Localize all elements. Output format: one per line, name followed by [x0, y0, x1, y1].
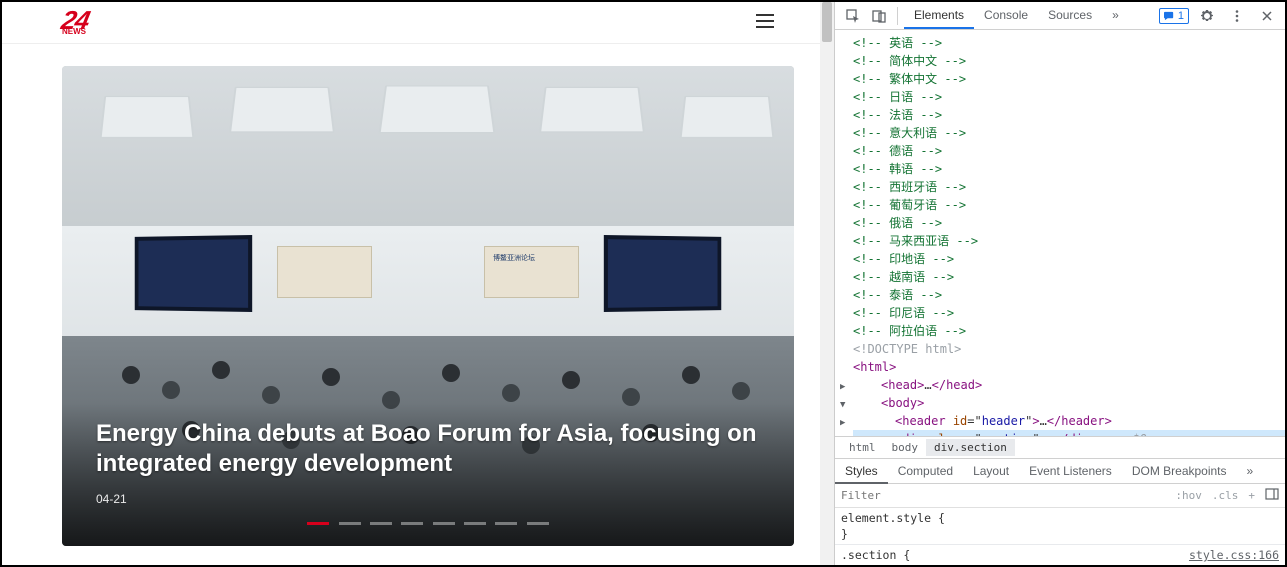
styles-tab-more-icon[interactable]: »: [1237, 459, 1264, 483]
styles-tabs: Styles Computed Layout Event Listeners D…: [835, 458, 1285, 484]
website-pane: 24 NEWS: [2, 2, 834, 565]
head-node[interactable]: ▶<head>…</head>: [853, 376, 1285, 394]
carousel-dot[interactable]: [401, 522, 423, 525]
crumb-html[interactable]: html: [841, 439, 884, 456]
carousel-dot[interactable]: [495, 522, 517, 525]
styles-filter-bar: :hov .cls +: [835, 484, 1285, 508]
dom-comment[interactable]: <!-- 泰语 -->: [853, 286, 1285, 304]
dom-comment[interactable]: <!-- 俄语 -->: [853, 214, 1285, 232]
device-toolbar-icon[interactable]: [867, 4, 891, 28]
tab-console[interactable]: Console: [974, 2, 1038, 29]
elements-tree[interactable]: <!-- 英语 --> <!-- 简体中文 --> <!-- 繁体中文 --> …: [835, 30, 1285, 436]
hamburger-menu-icon[interactable]: [756, 14, 774, 31]
dom-comment[interactable]: <!-- 马来西亚语 -->: [853, 232, 1285, 250]
rule-source-link[interactable]: style.css:166: [1189, 547, 1279, 563]
hero-wrap: Energy China debuts at Boao Forum for As…: [2, 44, 834, 565]
styles-tab-dombreakpoints[interactable]: DOM Breakpoints: [1122, 459, 1237, 483]
rule-selector[interactable]: .section: [841, 548, 896, 562]
devtools-toolbar: Elements Console Sources » 1: [835, 2, 1285, 30]
hero-bg-screen-right: [604, 235, 721, 312]
dom-comment[interactable]: <!-- 法语 -->: [853, 106, 1285, 124]
carousel-dot[interactable]: [307, 522, 329, 525]
dom-comment[interactable]: <!-- 越南语 -->: [853, 268, 1285, 286]
hero-bg-screen-left: [135, 235, 252, 312]
page-scrollbar[interactable]: [820, 2, 834, 565]
dom-comment[interactable]: <!-- 印尼语 -->: [853, 304, 1285, 322]
dom-comment[interactable]: <!-- 日语 -->: [853, 88, 1285, 106]
carousel-dot[interactable]: [527, 522, 549, 525]
tab-elements[interactable]: Elements: [904, 2, 974, 29]
dom-comment[interactable]: <!-- 印地语 -->: [853, 250, 1285, 268]
tab-sources[interactable]: Sources: [1038, 2, 1102, 29]
hov-toggle[interactable]: :hov: [1175, 489, 1202, 502]
dom-comment[interactable]: <!-- 西班牙语 -->: [853, 178, 1285, 196]
dom-comment[interactable]: <!-- 韩语 -->: [853, 160, 1285, 178]
dom-comment[interactable]: <!-- 葡萄牙语 -->: [853, 196, 1285, 214]
site-header: 24 NEWS: [2, 2, 834, 44]
carousel-dot[interactable]: [370, 522, 392, 525]
site-logo[interactable]: 24 NEWS: [62, 9, 89, 36]
styles-tab-eventlisteners[interactable]: Event Listeners: [1019, 459, 1122, 483]
body-open-tag[interactable]: ▼<body>: [853, 394, 1285, 412]
dom-comment[interactable]: <!-- 意大利语 -->: [853, 124, 1285, 142]
dom-comment[interactable]: <!-- 英语 -->: [853, 34, 1285, 52]
styles-tab-layout[interactable]: Layout: [963, 459, 1019, 483]
hero-date: 04-21: [96, 492, 760, 506]
devtools-pane: Elements Console Sources » 1: [834, 2, 1285, 565]
carousel-dot[interactable]: [433, 522, 455, 525]
dom-comment[interactable]: <!-- 繁体中文 -->: [853, 70, 1285, 88]
carousel-dot[interactable]: [339, 522, 361, 525]
close-devtools-icon[interactable]: [1255, 4, 1279, 28]
styles-tab-styles[interactable]: Styles: [835, 460, 888, 484]
crumb-section[interactable]: div.section: [926, 439, 1015, 456]
styles-tab-computed[interactable]: Computed: [888, 459, 963, 483]
doctype-node[interactable]: <!DOCTYPE html>: [853, 340, 1285, 358]
logo-main: 24: [60, 9, 92, 31]
scrollbar-thumb[interactable]: [822, 2, 832, 42]
styles-filter-input[interactable]: [841, 489, 1165, 502]
breadcrumb-bar: html body div.section: [835, 436, 1285, 458]
styles-body[interactable]: element.style { } .section { style.css:1…: [835, 508, 1285, 565]
dom-comment[interactable]: <!-- 德语 -->: [853, 142, 1285, 160]
rule-close-brace: }: [841, 526, 1279, 542]
kebab-menu-icon[interactable]: [1225, 4, 1249, 28]
carousel-dot[interactable]: [464, 522, 486, 525]
hero-overlay: Energy China debuts at Boao Forum for As…: [62, 403, 794, 546]
hero-bg-ceiling: [62, 66, 794, 226]
dom-comment[interactable]: <!-- 简体中文 -->: [853, 52, 1285, 70]
settings-gear-icon[interactable]: [1195, 4, 1219, 28]
header-node[interactable]: ▶<header id="header">…</header>: [853, 412, 1285, 430]
hero-bg-sign-left: [277, 246, 372, 298]
devtools-tabs: Elements Console Sources »: [904, 2, 1129, 29]
hero-bg-sign-right: [484, 246, 579, 298]
issues-badge[interactable]: 1: [1159, 8, 1189, 24]
more-tabs-icon[interactable]: »: [1102, 2, 1129, 29]
inspect-element-icon[interactable]: [841, 4, 865, 28]
html-open-tag[interactable]: <html>: [853, 358, 1285, 376]
hero-slide[interactable]: Energy China debuts at Boao Forum for As…: [62, 66, 794, 546]
section-node-selected[interactable]: ▶<div class="section">…</div> == $0: [853, 430, 1285, 436]
sidebar-toggle-icon[interactable]: [1265, 488, 1279, 503]
dom-comment[interactable]: <!-- 阿拉伯语 -->: [853, 322, 1285, 340]
cls-toggle[interactable]: .cls: [1212, 489, 1239, 502]
rule-selector[interactable]: element.style: [841, 511, 931, 525]
issues-count: 1: [1178, 10, 1184, 22]
new-rule-button[interactable]: +: [1248, 489, 1255, 502]
crumb-body[interactable]: body: [884, 439, 927, 456]
hero-headline: Energy China debuts at Boao Forum for As…: [96, 419, 760, 478]
carousel-dots: [96, 514, 760, 528]
